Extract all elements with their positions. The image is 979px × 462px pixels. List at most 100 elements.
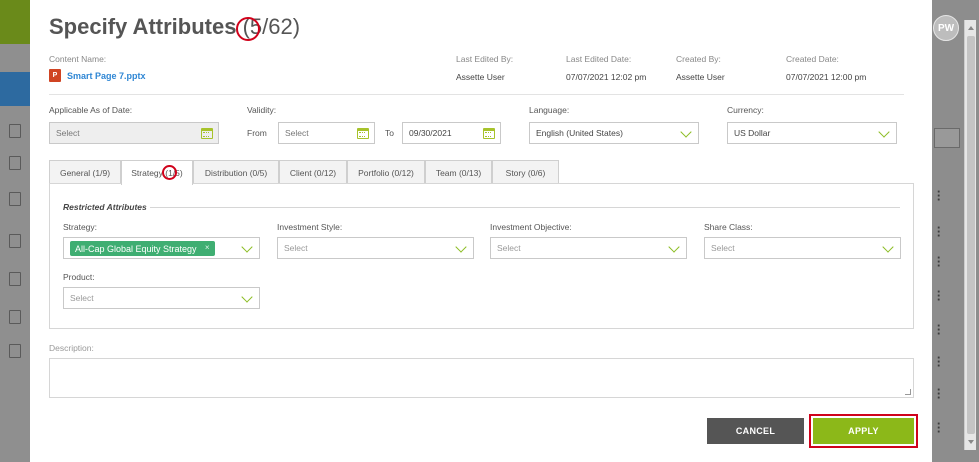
nav-grid-icon[interactable]	[9, 124, 21, 138]
kebab-menu-icon[interactable]: · · ·	[936, 251, 942, 272]
strategy-tag: All-Cap Global Equity Strategy ×	[70, 241, 215, 256]
background-dropdown[interactable]	[934, 128, 960, 148]
kebab-menu-icon[interactable]: · · ·	[936, 319, 942, 340]
validity-from-label: From	[247, 128, 267, 138]
chevron-down-icon[interactable]	[668, 241, 680, 253]
product-select[interactable]: Select	[63, 287, 260, 309]
share-class-placeholder: Select	[711, 243, 735, 253]
attribute-count-total: /62)	[262, 14, 301, 39]
description-label: Description:	[49, 343, 94, 353]
investment-style-select[interactable]: Select	[277, 237, 474, 259]
validity-to-input[interactable]: 09/30/2021	[402, 122, 501, 144]
nav-settings-doc-icon[interactable]	[9, 310, 21, 324]
investment-objective-label: Investment Objective:	[490, 222, 572, 232]
calendar-icon[interactable]	[483, 128, 495, 139]
header-divider	[49, 94, 904, 95]
dialog-title-text: Specify Attributes	[49, 14, 237, 39]
chevron-down-icon[interactable]	[241, 291, 253, 303]
close-icon[interactable]: ×	[205, 243, 210, 252]
scroll-down-arrow-icon[interactable]	[968, 440, 974, 444]
currency-value: US Dollar	[734, 128, 771, 138]
scroll-up-arrow-icon[interactable]	[968, 26, 974, 30]
nav-table-icon[interactable]	[9, 234, 21, 248]
section-title: Restricted Attributes	[63, 202, 147, 212]
strategy-label: Strategy:	[63, 222, 98, 232]
apply-button[interactable]: APPLY	[809, 414, 918, 448]
tab-strategy[interactable]: Strategy (1/5)	[121, 160, 193, 185]
investment-style-label: Investment Style:	[277, 222, 343, 232]
investment-style-placeholder: Select	[284, 243, 308, 253]
language-value: English (United States)	[536, 128, 623, 138]
left-navigation	[0, 44, 30, 462]
kebab-menu-icon[interactable]: · · ·	[936, 285, 942, 306]
investment-objective-select[interactable]: Select	[490, 237, 687, 259]
tab-story[interactable]: Story (0/6)	[492, 160, 559, 184]
scrollbar[interactable]	[964, 20, 976, 450]
validity-to-label: To	[385, 128, 394, 138]
created-date-label: Created Date:	[786, 54, 839, 64]
currency-label: Currency:	[727, 105, 764, 115]
nav-chart-icon[interactable]	[9, 272, 21, 286]
applicable-date-placeholder: Select	[56, 128, 80, 138]
investment-objective-placeholder: Select	[497, 243, 521, 253]
last-edited-by-value: Assette User	[456, 72, 505, 82]
kebab-menu-icon[interactable]: · · ·	[936, 351, 942, 372]
content-name-label: Content Name:	[49, 54, 107, 64]
last-edited-by-label: Last Edited By:	[456, 54, 514, 64]
dialog-title: Specify Attributes (5/62)	[49, 14, 300, 40]
product-placeholder: Select	[70, 293, 94, 303]
tab-team[interactable]: Team (0/13)	[425, 160, 492, 184]
section-divider	[150, 207, 900, 208]
nav-item-selected	[0, 72, 30, 106]
resize-handle-icon[interactable]	[905, 389, 911, 395]
kebab-menu-icon[interactable]: · · ·	[936, 417, 942, 438]
strategy-tab-panel: Restricted Attributes Strategy: All-Cap …	[49, 183, 914, 329]
product-label: Product:	[63, 272, 95, 282]
calendar-icon[interactable]	[201, 128, 213, 139]
content-name-value[interactable]: Smart Page 7.pptx	[67, 71, 146, 81]
tab-general[interactable]: General (1/9)	[49, 160, 121, 184]
language-select[interactable]: English (United States)	[529, 122, 699, 144]
powerpoint-file-icon: P	[49, 69, 61, 82]
user-avatar[interactable]: PW	[933, 15, 959, 41]
created-date-value: 07/07/2021 12:00 pm	[786, 72, 867, 82]
tab-portfolio[interactable]: Portfolio (0/12)	[347, 160, 425, 184]
validity-to-value: 09/30/2021	[409, 128, 452, 138]
last-edited-date-value: 07/07/2021 12:02 pm	[566, 72, 647, 82]
validity-from-input[interactable]: Select	[278, 122, 375, 144]
calendar-icon[interactable]	[357, 128, 369, 139]
validity-label: Validity:	[247, 105, 277, 115]
strategy-tag-label: All-Cap Global Equity Strategy	[75, 243, 197, 254]
specify-attributes-dialog: Specify Attributes (5/62) Content Name: …	[30, 0, 932, 462]
applicable-date-label: Applicable As of Date:	[49, 105, 133, 115]
chevron-down-icon[interactable]	[241, 241, 253, 253]
highlight-circle	[236, 17, 260, 41]
chevron-down-icon[interactable]	[680, 126, 692, 138]
nav-document-icon[interactable]	[9, 156, 21, 170]
applicable-date-input[interactable]: Select	[49, 122, 219, 144]
cancel-button[interactable]: CANCEL	[707, 418, 804, 444]
language-label: Language:	[529, 105, 570, 115]
created-by-label: Created By:	[676, 54, 721, 64]
chevron-down-icon[interactable]	[455, 241, 467, 253]
description-textarea[interactable]	[49, 358, 914, 398]
content-file-link[interactable]: P Smart Page 7.pptx	[49, 69, 146, 82]
kebab-menu-icon[interactable]: · · ·	[936, 185, 942, 206]
strategy-multiselect[interactable]: All-Cap Global Equity Strategy ×	[63, 237, 260, 259]
app-logo-block	[0, 0, 30, 44]
chevron-down-icon[interactable]	[878, 126, 890, 138]
kebab-menu-icon[interactable]: · · ·	[936, 221, 942, 242]
nav-mail-icon[interactable]	[9, 344, 21, 358]
share-class-select[interactable]: Select	[704, 237, 901, 259]
highlight-circle	[162, 165, 177, 180]
share-class-label: Share Class:	[704, 222, 753, 232]
tab-client[interactable]: Client (0/12)	[279, 160, 347, 184]
scrollbar-thumb[interactable]	[967, 36, 975, 434]
validity-from-placeholder: Select	[285, 128, 309, 138]
tab-distribution[interactable]: Distribution (0/5)	[193, 160, 279, 184]
chevron-down-icon[interactable]	[882, 241, 894, 253]
nav-page-icon[interactable]	[9, 192, 21, 206]
currency-select[interactable]: US Dollar	[727, 122, 897, 144]
created-by-value: Assette User	[676, 72, 725, 82]
kebab-menu-icon[interactable]: · · ·	[936, 383, 942, 404]
